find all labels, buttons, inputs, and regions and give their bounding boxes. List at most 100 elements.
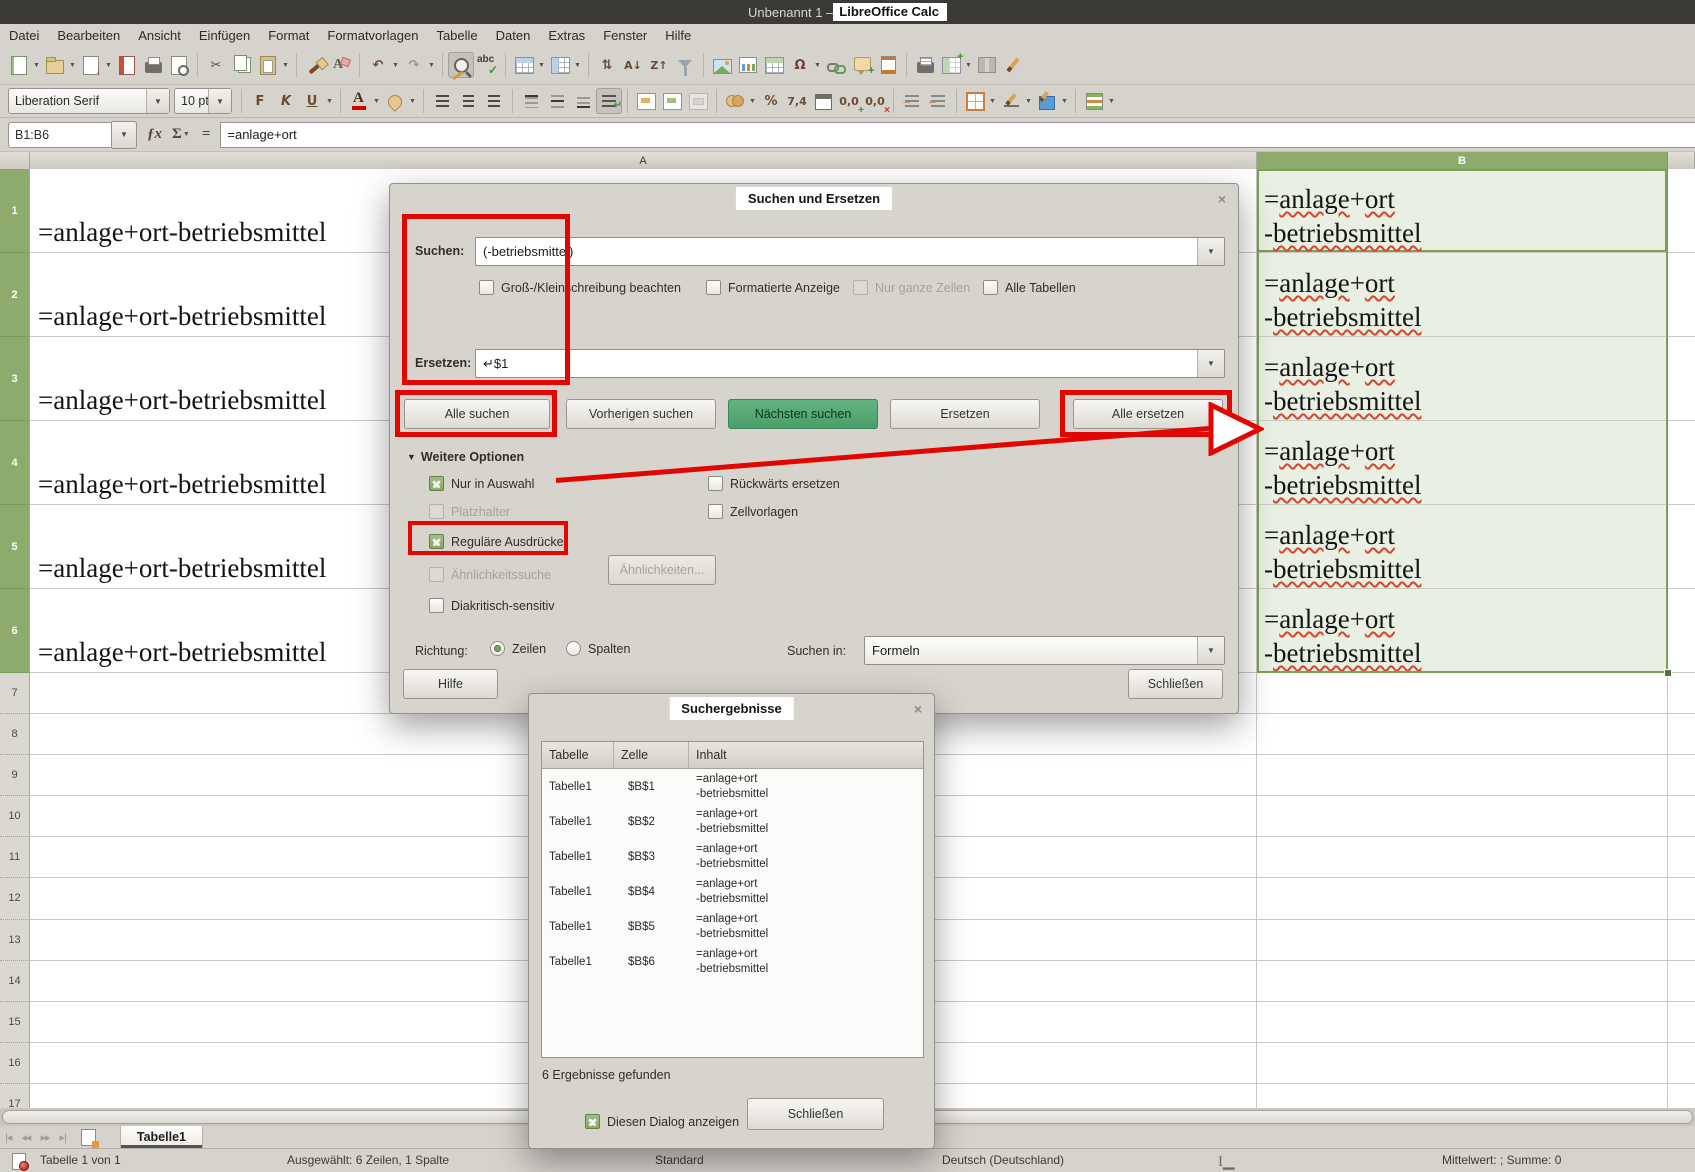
column-header-a[interactable]: A	[30, 152, 1257, 169]
insert-rows-icon[interactable]	[511, 52, 537, 78]
border-style-dropdown-icon[interactable]: ▼	[1024, 90, 1033, 112]
cell-next-6[interactable]	[1668, 589, 1695, 673]
cell-next-14[interactable]	[1668, 961, 1695, 1002]
autofilter-icon[interactable]	[672, 52, 698, 78]
headers-and-footers-icon[interactable]	[875, 52, 901, 78]
formula-icon[interactable]: =	[202, 126, 211, 143]
row-header-5[interactable]: 5	[0, 505, 30, 589]
row-header-14[interactable]: 14	[0, 961, 30, 1002]
cell-next-3[interactable]	[1668, 337, 1695, 421]
cell-next-2[interactable]	[1668, 253, 1695, 337]
insert-columns-dropdown-icon[interactable]: ▼	[573, 54, 582, 76]
font-size-combo[interactable]: 10 pt▼	[174, 88, 232, 114]
font-color-dropdown-icon[interactable]: ▼	[372, 90, 381, 112]
pivot-table-icon[interactable]	[761, 52, 787, 78]
column-header-b[interactable]: B	[1257, 152, 1668, 169]
name-box-dropdown-icon[interactable]: ▼	[112, 121, 137, 149]
more-options-toggle[interactable]: ▼ Weitere Optionen	[407, 450, 524, 464]
font-name-combo[interactable]: Liberation Serif▼	[8, 88, 170, 114]
cell-b1[interactable]: =anlage+ort-betriebsmittel	[1257, 169, 1668, 253]
cut-icon[interactable]: ✂	[203, 52, 229, 78]
undo-dropdown-icon[interactable]: ▼	[391, 54, 400, 76]
sort-icon[interactable]: ⇅	[594, 52, 620, 78]
sum-icon[interactable]: Σ	[172, 126, 182, 143]
column-header-inhalt[interactable]: Inhalt	[689, 742, 923, 768]
menu-item-hilfe[interactable]: Hilfe	[656, 26, 700, 45]
replace-button[interactable]: Ersetzen	[890, 399, 1040, 429]
row-header-6[interactable]: 6	[0, 589, 30, 673]
sort-descending-icon[interactable]: Z↑	[646, 52, 672, 78]
cell-b11[interactable]	[1257, 837, 1668, 878]
save-icon[interactable]	[78, 52, 104, 78]
replace-combobox[interactable]: ↵$1 ▼	[475, 349, 1225, 378]
align-center-icon[interactable]	[455, 88, 481, 114]
insert-comment-icon[interactable]	[849, 52, 875, 78]
option-replace-backwards[interactable]: Rückwärts ersetzen	[708, 476, 840, 491]
redo-dropdown-icon[interactable]: ▼	[427, 54, 436, 76]
formula-input[interactable]: =anlage+ort	[220, 122, 1695, 148]
match-case-checkbox[interactable]	[479, 280, 494, 295]
name-box[interactable]: B1:B6	[8, 122, 112, 148]
find-and-replace-icon[interactable]	[448, 52, 474, 78]
row-header-3[interactable]: 3	[0, 337, 30, 421]
all-sheets-checkbox[interactable]	[983, 280, 998, 295]
replace-all-button[interactable]: Alle ersetzen	[1073, 399, 1223, 429]
merge-and-center-cells-icon[interactable]	[633, 88, 659, 114]
insert-columns-icon[interactable]	[547, 52, 573, 78]
align-top-icon[interactable]	[518, 88, 544, 114]
search-result-row-1[interactable]: Tabelle1$B$1=anlage+ort-betriebsmittel	[542, 769, 923, 804]
border-style-icon[interactable]	[998, 88, 1024, 114]
show-draw-functions-icon[interactable]	[1000, 52, 1026, 78]
add-sheet-icon[interactable]	[81, 1129, 96, 1146]
insert-chart-icon[interactable]	[735, 52, 761, 78]
column-header-tabelle[interactable]: Tabelle	[542, 742, 614, 768]
option-selection-only[interactable]: Nur in Auswahl	[429, 476, 534, 491]
spelling-icon[interactable]	[474, 52, 500, 78]
export-pdf-icon[interactable]	[114, 52, 140, 78]
row-header-9[interactable]: 9	[0, 755, 30, 796]
clone-formatting-icon[interactable]	[302, 52, 328, 78]
document-modified-icon[interactable]	[12, 1153, 26, 1170]
add-decimal-place-icon[interactable]: 0,0+	[836, 88, 862, 114]
cell-next-8[interactable]	[1668, 714, 1695, 755]
highlighting-color-dropdown-icon[interactable]: ▼	[408, 90, 417, 112]
open-file-dropdown-icon[interactable]: ▼	[68, 54, 77, 76]
row-header-10[interactable]: 10	[0, 796, 30, 837]
cell-next-7[interactable]	[1668, 673, 1695, 714]
row-header-7[interactable]: 7	[0, 673, 30, 714]
undo-icon[interactable]: ↶	[365, 52, 391, 78]
row-header-4[interactable]: 4	[0, 421, 30, 505]
sum-dropdown-icon[interactable]: ▼	[182, 124, 191, 146]
align-bottom-icon[interactable]	[570, 88, 596, 114]
rows-radio-icon[interactable]	[490, 641, 505, 656]
option-match-case[interactable]: Groß-/Kleinschreibung beachten	[479, 280, 681, 295]
increase-indent-icon[interactable]	[899, 88, 925, 114]
paste-dropdown-icon[interactable]: ▼	[281, 54, 290, 76]
menu-item-tabelle[interactable]: Tabelle	[427, 26, 486, 45]
language[interactable]: Deutsch (Deutschland)	[942, 1153, 1064, 1167]
special-character-icon[interactable]: Ω	[787, 52, 813, 78]
cell-next-1[interactable]	[1668, 169, 1695, 253]
search-in-dropdown[interactable]: Formeln ▼	[864, 636, 1225, 665]
search-result-row-6[interactable]: Tabelle1$B$6=anlage+ort-betriebsmittel	[542, 944, 923, 979]
replace-value[interactable]: ↵$1	[476, 356, 1197, 372]
search-result-row-2[interactable]: Tabelle1$B$2=anlage+ort-betriebsmittel	[542, 804, 923, 839]
bold-icon[interactable]: F	[247, 88, 273, 114]
direction-columns-radio[interactable]: Spalten	[566, 641, 630, 656]
replace-backwards-checkbox[interactable]	[708, 476, 723, 491]
page-style[interactable]: Standard	[655, 1153, 704, 1167]
merge-cells-icon[interactable]	[659, 88, 685, 114]
search-results-close-button[interactable]: Schließen	[747, 1098, 884, 1130]
row-header-15[interactable]: 15	[0, 1002, 30, 1043]
previous-sheet-icon[interactable]: ◂◂	[21, 1131, 30, 1144]
cell-next-11[interactable]	[1668, 837, 1695, 878]
cell-b13[interactable]	[1257, 920, 1668, 961]
cell-styles-checkbox[interactable]	[708, 504, 723, 519]
menu-item-bearbeiten[interactable]: Bearbeiten	[48, 26, 129, 45]
menu-item-format[interactable]: Format	[259, 26, 318, 45]
replace-dropdown-icon[interactable]: ▼	[1197, 350, 1224, 377]
conditional-formatting-dropdown-icon[interactable]: ▼	[1107, 90, 1116, 112]
row-header-12[interactable]: 12	[0, 878, 30, 919]
cell-b6[interactable]: =anlage+ort-betriebsmittel	[1257, 589, 1668, 673]
border-color-dropdown-icon[interactable]: ▼	[1060, 90, 1069, 112]
